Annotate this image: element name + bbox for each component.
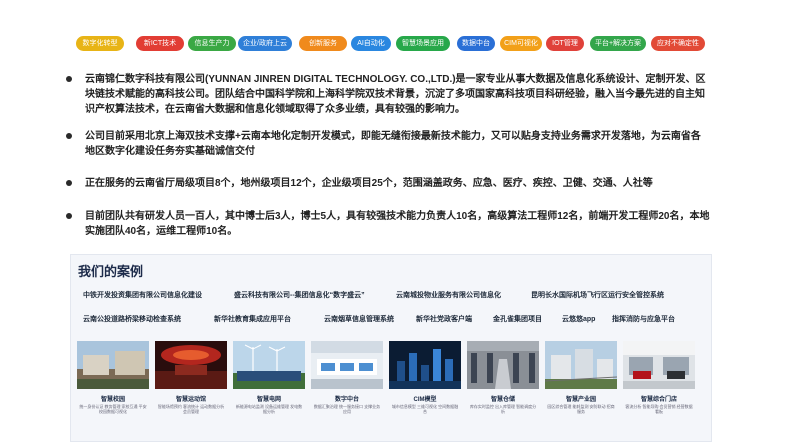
case-desc: 客流分析 智能导购 会员营销 经营数据看板 (625, 404, 693, 414)
case-photo-data-platform (311, 341, 383, 389)
cases-panel: 我们的案例 中铁开发投资集团有限公司信息化建设 盛云科技有限公司--集团信息化“… (70, 254, 712, 442)
bullet-text: 公司目前采用北京上海双技术支撑+云南本地化定制开发模式，即能无缝衔接最新技术能力… (85, 131, 701, 157)
case-title: 智慧产业园 (565, 397, 596, 403)
cases-title: 我们的案例 (78, 264, 144, 279)
case-photo-grid (233, 341, 305, 389)
tag-bar: 数字化转型 新ICT技术 信息生产力 企业/政府上云 创新服务 AI自动化 智慧场景应用 数据… (76, 36, 716, 52)
tag-pill: IOT管理 (546, 36, 584, 51)
case-photo-sports (155, 341, 227, 389)
tag-pill: 信息生产力 (188, 36, 236, 51)
case-title: 数字中台 (334, 397, 359, 403)
case-card-sports: 智慧运动馆 智能场馆预约 客流统计 运动数据分析 会员管理 (155, 341, 227, 437)
case-photo-industrial-park (545, 341, 617, 389)
tag-pill: 平台+解决方案 (590, 36, 646, 51)
case-card-warehouse: 智慧仓储 库存实时监控 出入库管理 智能调度分析 (467, 341, 539, 437)
client-name: 云悠悠app (562, 316, 596, 323)
case-desc: 园区综合管理 能耗监测 安防联动 招商服务 (547, 404, 615, 414)
client-name: 昆明长水国际机场飞行区运行安全管控系统 (531, 292, 664, 299)
bullet-text: 目前团队共有研发人员一百人，其中博士后3人，博士5人，具有较强技术能力负责人10… (85, 211, 710, 237)
bullet-dot (66, 180, 72, 186)
tag-pill: 新ICT技术 (136, 36, 184, 51)
client-name: 指挥消防与应急平台 (612, 316, 675, 323)
case-card-store: 智慧综合门店 客流分析 智能导购 会员营销 经营数据看板 (623, 341, 695, 437)
bullet-dot (66, 213, 72, 219)
case-title: 智慧综合门店 (640, 397, 677, 403)
case-title: 智慧校园 (100, 397, 125, 403)
case-desc: 智能场馆预约 客流统计 运动数据分析 会员管理 (157, 404, 225, 414)
case-card-data-platform: 数字中台 数据汇聚治理 统一服务接口 支撑业务应用 (311, 341, 383, 437)
case-title: 智慧运动馆 (175, 397, 206, 403)
case-photo-warehouse (467, 341, 539, 389)
case-photo-store (623, 341, 695, 389)
bullet-text: 正在服务的云南省厅局级项目8个，地州级项目12个，企业级项目25个，范围涵盖政务… (85, 178, 653, 189)
client-name: 云南城投物业服务有限公司信息化 (396, 292, 501, 299)
case-card-industrial-park: 智慧产业园 园区综合管理 能耗监测 安防联动 招商服务 (545, 341, 617, 437)
case-desc: 数据汇聚治理 统一服务接口 支撑业务应用 (313, 404, 381, 414)
case-photo-cim (389, 341, 461, 389)
tag-pill: 数据中台 (457, 36, 495, 51)
bullet-dot (66, 76, 72, 82)
tag-pill: 创新服务 (299, 36, 347, 51)
client-name: 新华社党政客户端 (416, 316, 472, 323)
bullet-text: 云南锦仁数字科技有限公司(YUNNAN JINREN DIGITAL TECHN… (85, 74, 706, 115)
case-title: 智慧仓储 (490, 397, 515, 403)
case-title: CIM模型 (413, 397, 437, 403)
case-desc: 城市信息模型 三维可视化 空间数据融合 (391, 404, 459, 414)
tag-pill: 应对不确定性 (651, 36, 705, 51)
case-card-grid: 智慧电网 新能源电站监测 设备运维管理 发电数据分析 (233, 341, 305, 437)
case-card-campus: 智慧校园 统一身份认证 教务管理 家校互通 平安校园数据可视化 (77, 341, 149, 437)
bullet-dot (66, 133, 72, 139)
tag-pill: AI自动化 (351, 36, 391, 51)
client-name: 盛云科技有限公司--集团信息化“数字盛云” (234, 292, 365, 299)
tag-pill: 智慧场景应用 (396, 36, 450, 51)
client-name: 新华社教育集成应用平台 (214, 316, 291, 323)
case-desc: 新能源电站监测 设备运维管理 发电数据分析 (235, 404, 303, 414)
case-desc: 库存实时监控 出入库管理 智能调度分析 (469, 404, 537, 414)
case-card-cim: CIM模型 城市信息模型 三维可视化 空间数据融合 (389, 341, 461, 437)
tag-pill: 企业/政府上云 (238, 36, 292, 51)
client-name: 云南烟草信息管理系统 (324, 316, 394, 323)
tag-pill: 数字化转型 (76, 36, 124, 51)
case-photo-campus (77, 341, 149, 389)
client-name: 云南公投道路桥梁移动检查系统 (83, 316, 181, 323)
client-name: 中铁开发投资集团有限公司信息化建设 (83, 292, 202, 299)
client-name: 金孔雀集团项目 (493, 316, 542, 323)
case-desc: 统一身份认证 教务管理 家校互通 平安校园数据可视化 (79, 404, 147, 414)
case-title: 智慧电网 (256, 397, 281, 403)
tag-pill: CIM可视化 (500, 36, 542, 51)
